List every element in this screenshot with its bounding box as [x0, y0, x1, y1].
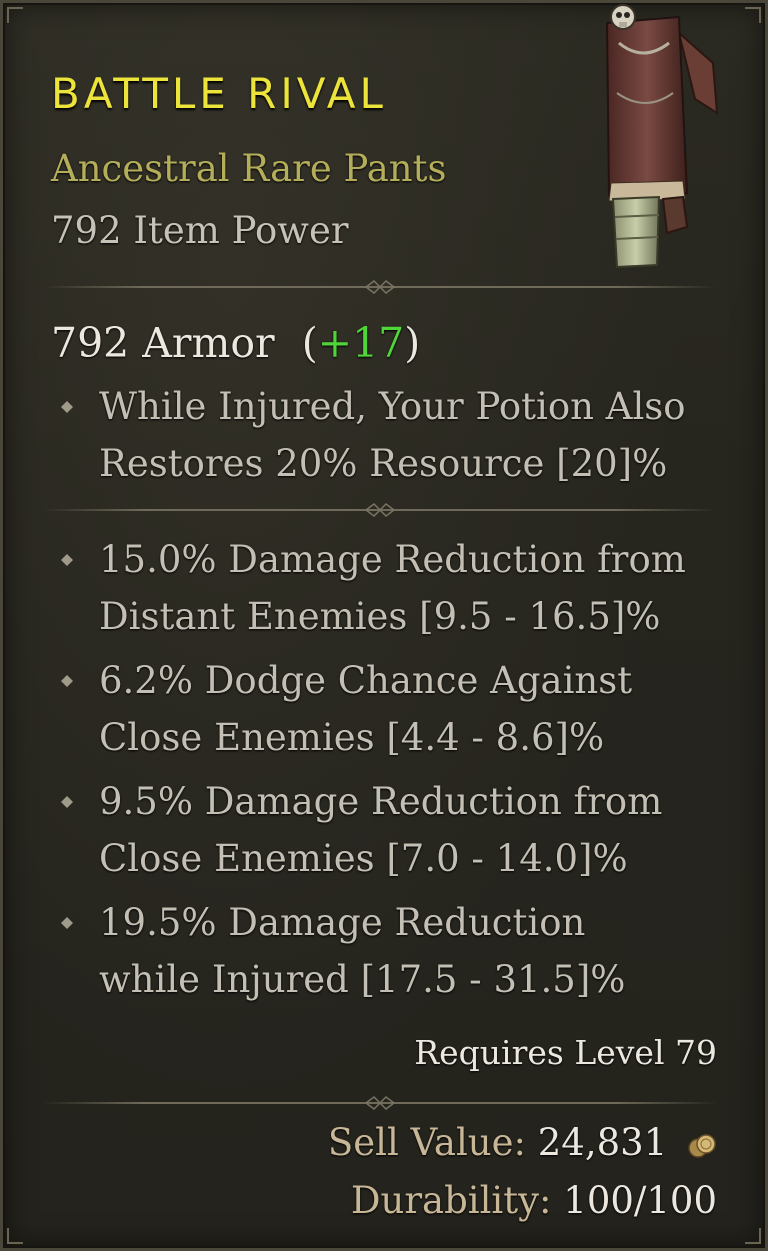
- affix-damage-reduction-injured: 19.5% Damage Reduction while Injured [17…: [99, 894, 739, 1008]
- affix-line2: Distant Enemies [9.5 - 16.5]%: [99, 595, 661, 638]
- affix-line1: 19.5% Damage Reduction: [99, 901, 586, 944]
- affix-bullet-icon: [61, 917, 73, 929]
- affix-bullet-icon: [61, 554, 73, 566]
- implicit-affix-line2: Restores 20% Resource [20]%: [99, 442, 668, 485]
- armor-bonus-open: (: [301, 319, 318, 367]
- affix-bullet-icon: [61, 401, 73, 413]
- affix-dodge-chance-close: 6.2% Dodge Chance Against Close Enemies …: [99, 652, 739, 766]
- section-divider: [43, 279, 717, 295]
- gold-coins-icon: [688, 1133, 716, 1158]
- sell-value: Sell Value: 24,831: [328, 1121, 717, 1164]
- frame-corner-top-right: [745, 7, 761, 23]
- armor-value: 792 Armor (+17): [51, 319, 420, 367]
- frame-corner-bottom-right: [745, 1228, 761, 1244]
- durability-value: 100/100: [563, 1179, 717, 1222]
- affix-bullet-icon: [61, 796, 73, 808]
- divider-ornament-icon: [364, 1096, 396, 1110]
- item-power: 792 Item Power: [51, 209, 349, 252]
- divider-ornament-icon: [364, 503, 396, 517]
- level-requirement: Requires Level 79: [414, 1033, 717, 1072]
- armor-label: 792 Armor: [51, 319, 275, 367]
- sell-value-amount: 24,831: [537, 1121, 668, 1164]
- affix-line1: 15.0% Damage Reduction from: [99, 538, 686, 581]
- item-name: BATTLE RIVAL: [51, 69, 387, 118]
- affix-damage-reduction-close: 9.5% Damage Reduction from Close Enemies…: [99, 773, 739, 887]
- pants-item-icon: [605, 4, 719, 269]
- implicit-affix: While Injured, Your Potion Also Restores…: [99, 378, 739, 492]
- durability-label: Durability:: [350, 1179, 552, 1222]
- affix-line2: Close Enemies [7.0 - 14.0]%: [99, 837, 628, 880]
- affix-bullet-icon: [61, 675, 73, 687]
- affix-line1: 6.2% Dodge Chance Against: [99, 659, 633, 702]
- durability: Durability: 100/100: [351, 1179, 717, 1222]
- armor-bonus-close: ): [404, 319, 421, 367]
- affix-line1: 9.5% Damage Reduction from: [99, 780, 663, 823]
- armor-bonus: +17: [317, 319, 405, 367]
- section-divider: [43, 502, 717, 518]
- affix-line2: Close Enemies [4.4 - 8.6]%: [99, 716, 605, 759]
- item-tooltip: BATTLE RIVAL Ancestral Rare Pants 792 It…: [0, 0, 768, 1251]
- affix-damage-reduction-distant: 15.0% Damage Reduction from Distant Enem…: [99, 531, 739, 645]
- implicit-affix-line1: While Injured, Your Potion Also: [99, 385, 686, 428]
- sell-value-label: Sell Value:: [327, 1121, 526, 1164]
- frame-corner-top-left: [7, 7, 23, 23]
- affix-line2: while Injured [17.5 - 31.5]%: [99, 958, 626, 1001]
- section-divider: [43, 1095, 717, 1111]
- frame-corner-bottom-left: [7, 1228, 23, 1244]
- divider-ornament-icon: [364, 280, 396, 294]
- item-type: Ancestral Rare Pants: [51, 147, 447, 190]
